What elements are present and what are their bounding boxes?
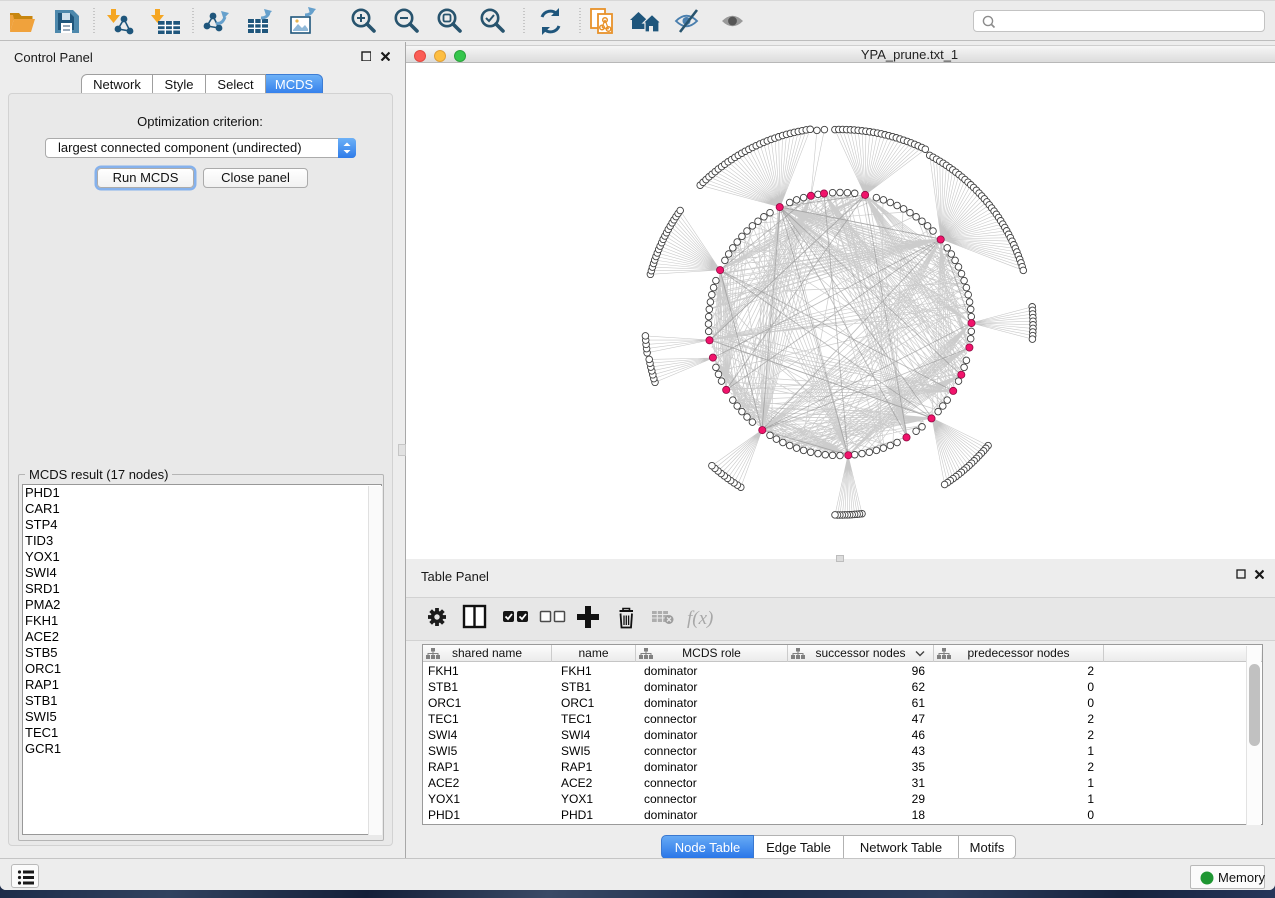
svg-text:f(x): f(x) — [687, 608, 713, 629]
